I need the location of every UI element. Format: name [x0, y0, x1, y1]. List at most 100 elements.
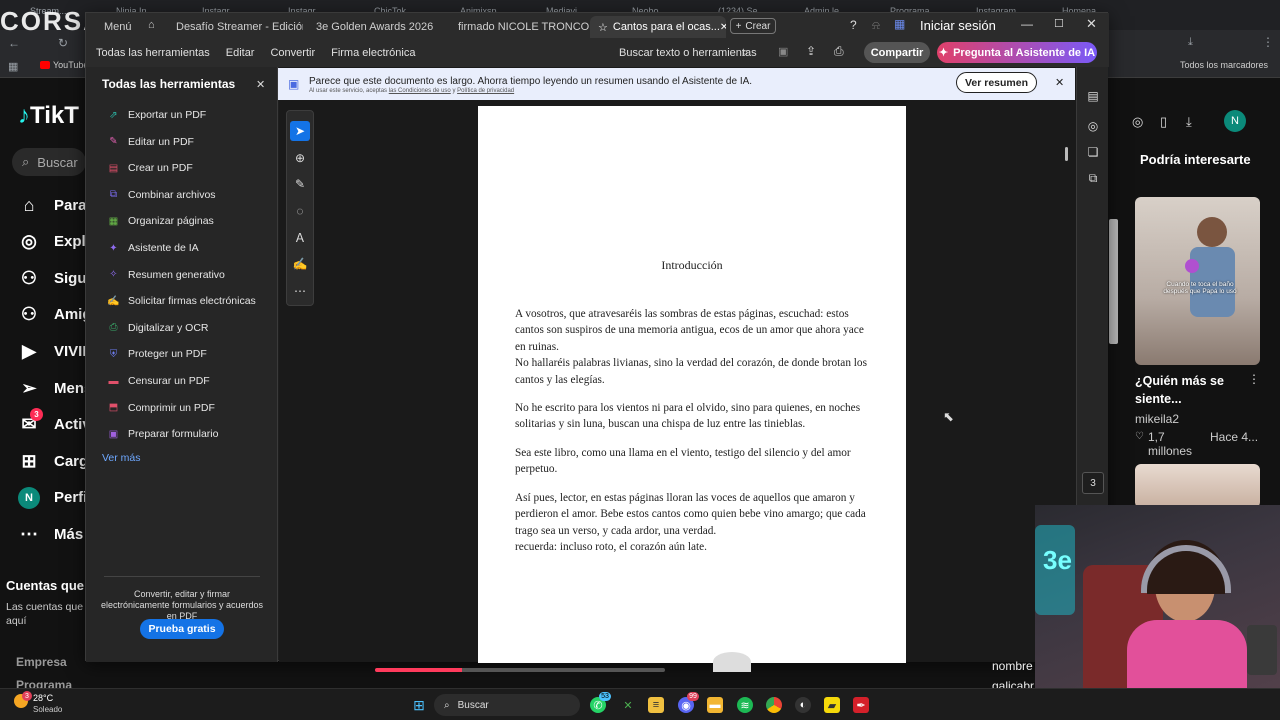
tool-item[interactable]: ⎙ Digitalizar y OCR	[108, 322, 209, 334]
zoom-icon[interactable]: ⊕	[290, 148, 310, 168]
signin-button[interactable]: Iniciar sesión	[920, 18, 996, 33]
tool-item[interactable]: ⛨ Proteger un PDF	[108, 348, 207, 360]
phone-icon[interactable]: ▯	[1160, 114, 1167, 130]
text-select-icon[interactable]: Ａ	[290, 227, 310, 247]
help-icon[interactable]: ?	[850, 18, 857, 32]
more-tools-icon[interactable]: ⋯	[290, 281, 310, 301]
save-icon[interactable]: ▣	[778, 45, 788, 58]
terms-link[interactable]: las Condiciones de uso	[389, 88, 451, 94]
tool-item[interactable]: ✍ Solicitar firmas electrónicas	[107, 295, 256, 307]
nav-item-9[interactable]: ⋯ Más	[18, 523, 83, 545]
menu-dots-icon[interactable]: ⋮	[1262, 35, 1274, 49]
menu-edit[interactable]: Editar	[218, 47, 263, 59]
tiktok-search[interactable]: ⌕ Buscar	[12, 148, 86, 176]
tab-golden-awards[interactable]: 3e Golden Awards 2026	[308, 16, 448, 38]
compass-icon[interactable]: ◎	[1132, 114, 1143, 130]
tab-firmado[interactable]: firmado NICOLE TRONCO...	[450, 16, 590, 38]
search-icon[interactable]: ⌕	[742, 45, 749, 60]
footer-empresa[interactable]: Empresa	[16, 655, 67, 669]
tool-item[interactable]: ✎ Editar un PDF	[108, 136, 194, 148]
menu-tab[interactable]: Menú	[96, 16, 144, 38]
close-tab-icon[interactable]: ✕	[720, 22, 726, 33]
view-summary-button[interactable]: Ver resumen	[956, 72, 1037, 93]
search-tools[interactable]: Buscar texto o herramientas	[619, 47, 757, 59]
upload-icon[interactable]: ⇪	[806, 44, 816, 58]
taskbar-search[interactable]: ⌕ Buscar	[434, 694, 580, 716]
pages-icon[interactable]: ⧉	[1085, 171, 1101, 187]
lasso-icon[interactable]: ◌	[290, 201, 310, 221]
menu-convert[interactable]: Convertir	[262, 47, 323, 59]
close-banner-icon[interactable]: ✕	[1055, 76, 1064, 89]
nav-item-0[interactable]: ⌂ Para	[18, 194, 87, 216]
privacy-link[interactable]: Política de privacidad	[457, 88, 514, 94]
menu-esign[interactable]: Firma electrónica	[323, 47, 423, 59]
nav-item-8[interactable]: N Perfil	[18, 486, 92, 509]
reload-icon[interactable]: ↻	[58, 36, 68, 50]
close-window-icon[interactable]: ✕	[1086, 16, 1097, 32]
chrome-icon[interactable]	[766, 697, 782, 713]
bookmark-icon[interactable]: ❏	[1085, 145, 1101, 161]
weather-temp[interactable]: 28°C	[33, 693, 53, 703]
notes-icon[interactable]: ≡	[648, 697, 664, 713]
tool-item[interactable]: ▦ Organizar páginas	[108, 215, 214, 227]
tool-item[interactable]: ⇗ Exportar un PDF	[108, 109, 206, 121]
minimize-icon[interactable]: —	[1021, 17, 1033, 31]
nav-item-5[interactable]: ➢ Mens	[18, 377, 92, 399]
all-bookmarks[interactable]: Todos los marcadores	[1180, 60, 1268, 70]
tab-desafio[interactable]: Desafío Streamer - Edición ...	[168, 16, 303, 38]
video-thumbnail-2[interactable]	[1135, 464, 1260, 508]
ai-chat-icon[interactable]: ◎	[1085, 119, 1101, 135]
tool-item[interactable]: ▣ Preparar formulario	[108, 428, 219, 440]
nav-item-4[interactable]: ▶ VIVIR	[18, 340, 93, 362]
trial-button[interactable]: Prueba gratis	[140, 619, 224, 639]
tool-item[interactable]: ⧉ Combinar archivos	[108, 189, 216, 201]
tool-item[interactable]: ▬ Censurar un PDF	[108, 375, 210, 387]
sign-icon[interactable]: ✍	[290, 254, 310, 274]
excel-icon[interactable]: ✕	[620, 697, 636, 713]
new-tab-button[interactable]: + Crear	[730, 18, 776, 34]
bell-icon[interactable]: ⍾	[872, 18, 880, 33]
back-icon[interactable]: ←	[8, 36, 20, 50]
more-options-icon[interactable]: ⋮	[1248, 372, 1260, 386]
maximize-icon[interactable]: ☐	[1054, 17, 1064, 30]
tool-item[interactable]: ✧ Resumen generativo	[108, 269, 225, 281]
nav-item-2[interactable]: ⚇ Sigui	[18, 267, 91, 289]
sticky-notes-icon[interactable]: ▰	[824, 697, 840, 713]
bookmark-youtube[interactable]: YouTube	[53, 60, 88, 70]
video-thumbnail[interactable]: Cuando te toca el baño después que Papá …	[1135, 197, 1260, 365]
file-explorer-icon[interactable]: ▬	[707, 697, 723, 713]
print-icon[interactable]: ⎙	[834, 44, 844, 59]
share-button[interactable]: Compartir	[864, 42, 930, 63]
scrollbar-thumb[interactable]	[1065, 147, 1068, 161]
ai-assistant-button[interactable]: ✦ Pregunta al Asistente de IA	[937, 42, 1097, 63]
tab-cantos-active[interactable]: ☆ Cantos para el ocas... ✕	[590, 16, 726, 38]
obs-icon[interactable]: ◐	[795, 697, 811, 713]
nav-item-6[interactable]: ✉ 3 Activ	[18, 407, 91, 436]
tool-item[interactable]: ✦ Asistente de IA	[108, 242, 198, 254]
nav-item-3[interactable]: ⚇ Amig	[18, 304, 92, 326]
apps-icon[interactable]: ▦	[894, 17, 905, 31]
video-author[interactable]: mikeila2	[1135, 412, 1179, 426]
spotify-icon[interactable]: ≋	[737, 697, 753, 713]
close-panel-icon[interactable]: ✕	[256, 78, 265, 91]
download-icon[interactable]: ⤓	[1188, 36, 1193, 49]
acrobat-icon[interactable]: ✒	[853, 697, 869, 713]
comment-icon[interactable]: ▤	[1085, 89, 1101, 105]
home-icon[interactable]: ⌂	[148, 19, 155, 31]
star-icon[interactable]: ☆	[598, 21, 608, 34]
tool-item[interactable]: ▤ Crear un PDF	[108, 162, 193, 174]
menu-all-tools[interactable]: Todas las herramientas	[86, 47, 218, 59]
avatar[interactable]: N	[1224, 110, 1246, 132]
pen-icon[interactable]: ✎	[290, 174, 310, 194]
windows-start-icon[interactable]: ⊞	[411, 697, 427, 713]
video-title[interactable]: ¿Quién más se siente...	[1135, 372, 1245, 408]
see-more-link[interactable]: Ver más	[102, 452, 141, 464]
video-progress[interactable]	[375, 668, 665, 672]
tool-item[interactable]: ⬒ Comprimir un PDF	[108, 402, 215, 414]
nav-item-1[interactable]: ◎ Explo	[18, 231, 95, 253]
page-number[interactable]: 3	[1082, 472, 1104, 494]
apps-grid-icon[interactable]: ▦	[8, 60, 18, 73]
download-icon[interactable]: ⤓	[1186, 114, 1192, 130]
tiktok-logo[interactable]: ♪TikT	[18, 102, 79, 130]
select-icon[interactable]: ➤	[290, 121, 310, 141]
